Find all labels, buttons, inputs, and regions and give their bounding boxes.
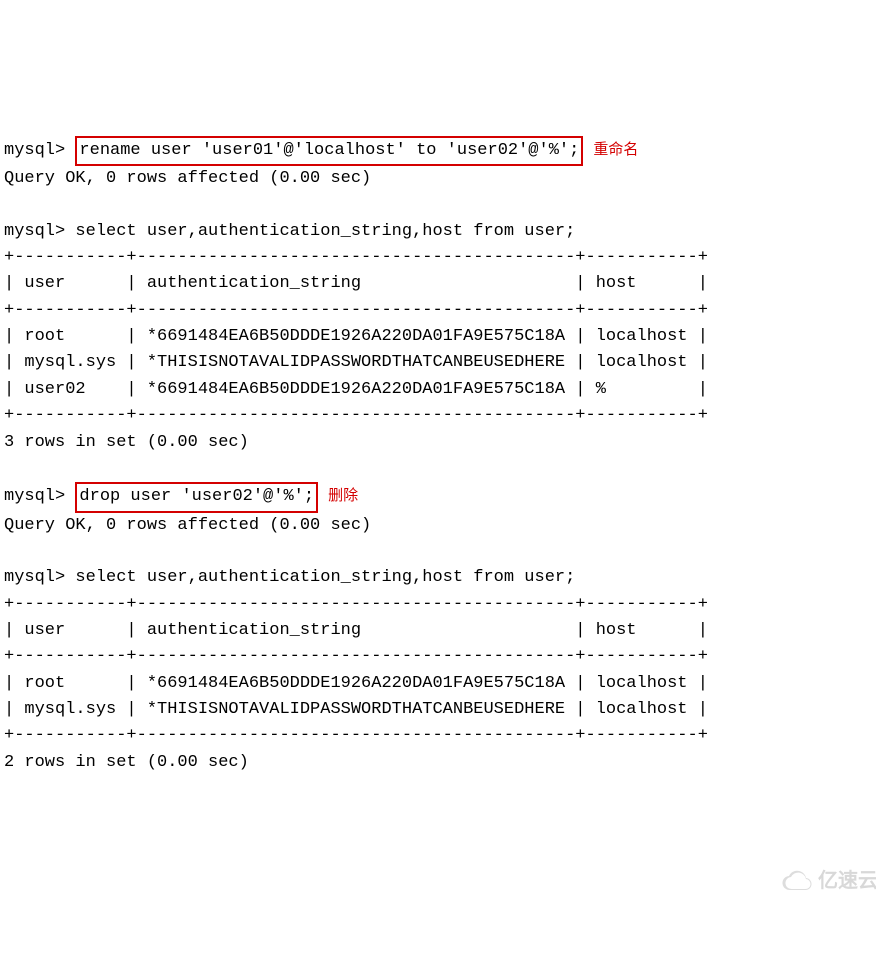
table-border: +-----------+---------------------------… (4, 647, 708, 666)
table-row: | root | *6691484EA6B50DDDE1926A220DA01F… (4, 327, 708, 346)
prompt: mysql> (4, 487, 65, 506)
watermark: 亿速云 (780, 808, 876, 954)
prompt: mysql> (4, 141, 65, 160)
table-border: +-----------+---------------------------… (4, 301, 708, 320)
terminal-output: mysql> rename user 'user01'@'localhost' … (4, 109, 876, 776)
row-count: 2 rows in set (0.00 sec) (4, 753, 249, 772)
table-row: | mysql.sys | *THISISNOTAVALIDPASSWORDTH… (4, 353, 708, 372)
row-count: 3 rows in set (0.00 sec) (4, 433, 249, 452)
annotation-rename: 重命名 (593, 138, 638, 161)
table-header: | user | authentication_string | host | (4, 621, 708, 640)
rename-command-box: rename user 'user01'@'localhost' to 'use… (75, 136, 583, 166)
query-result: Query OK, 0 rows affected (0.00 sec) (4, 516, 371, 535)
table-border: +-----------+---------------------------… (4, 595, 708, 614)
table-row: | user02 | *6691484EA6B50DDDE1926A220DA0… (4, 380, 708, 399)
table-row: | mysql.sys | *THISISNOTAVALIDPASSWORDTH… (4, 700, 708, 719)
query-result: Query OK, 0 rows affected (0.00 sec) (4, 169, 371, 188)
table-row: | root | *6691484EA6B50DDDE1926A220DA01F… (4, 674, 708, 693)
watermark-text: 亿速云 (818, 866, 876, 897)
select-command-2: mysql> select user,authentication_string… (4, 568, 575, 587)
table-border: +-----------+---------------------------… (4, 726, 708, 745)
annotation-drop: 删除 (328, 484, 358, 507)
table-border: +-----------+---------------------------… (4, 406, 708, 425)
cloud-icon (780, 808, 814, 954)
drop-command-box: drop user 'user02'@'%'; (75, 482, 318, 512)
table-border: +-----------+---------------------------… (4, 248, 708, 267)
select-command-1: mysql> select user,authentication_string… (4, 222, 575, 241)
table-header: | user | authentication_string | host | (4, 274, 708, 293)
